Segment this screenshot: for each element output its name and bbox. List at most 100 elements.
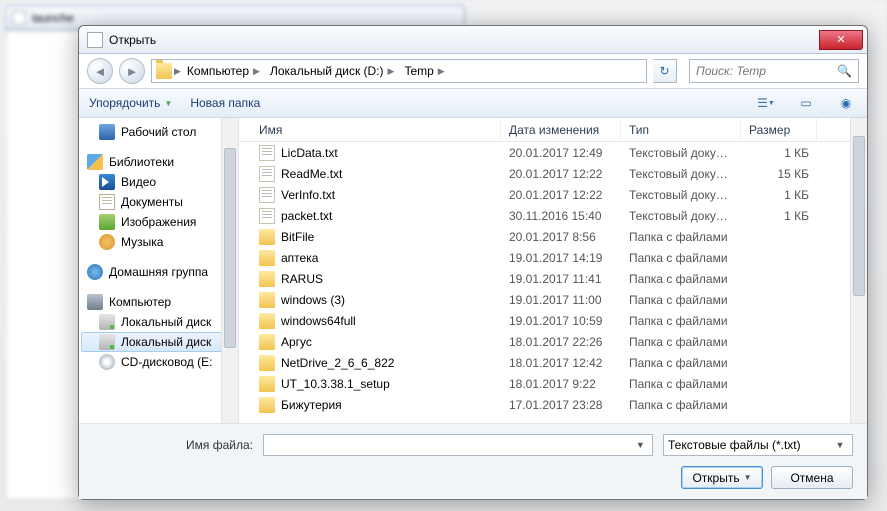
sidebar-item-label: Изображения xyxy=(121,215,196,229)
file-row[interactable]: VerInfo.txt20.01.2017 12:22Текстовый док… xyxy=(251,184,867,205)
search-input[interactable] xyxy=(696,64,831,78)
filename-combo[interactable]: ▼ xyxy=(263,434,653,456)
sidebar-item-label: Компьютер xyxy=(109,295,171,309)
file-type: Папка с файлами xyxy=(621,293,741,307)
folder-icon xyxy=(259,229,275,245)
sidebar-item-localdisk-c[interactable]: Локальный диск xyxy=(81,312,236,332)
file-type: Текстовый докум... xyxy=(621,146,741,160)
sidebar-item-label: Домашняя группа xyxy=(109,265,208,279)
new-folder-button[interactable]: Новая папка xyxy=(190,96,260,110)
help-button[interactable]: ◉ xyxy=(835,93,857,113)
column-date[interactable]: Дата изменения xyxy=(501,118,621,141)
file-size: 1 КБ xyxy=(741,146,817,160)
file-name: windows (3) xyxy=(281,293,345,307)
file-type: Текстовый докум... xyxy=(621,188,741,202)
search-box[interactable]: 🔍 xyxy=(689,59,859,83)
file-row[interactable]: Бижутерия17.01.2017 23:28Папка с файлами xyxy=(251,394,867,415)
column-headers: Имя Дата изменения Тип Размер xyxy=(239,118,867,142)
sidebar-item-documents[interactable]: Документы xyxy=(81,192,236,212)
file-type: Папка с файлами xyxy=(621,356,741,370)
sidebar-item-label: Документы xyxy=(121,195,183,209)
breadcrumb-drive[interactable]: Локальный диск (D:)▶ xyxy=(266,64,398,78)
document-icon xyxy=(99,194,115,210)
file-row[interactable]: windows (3)19.01.2017 11:00Папка с файла… xyxy=(251,289,867,310)
dialog-titlebar[interactable]: Открыть ✕ xyxy=(79,26,867,54)
file-date: 18.01.2017 9:22 xyxy=(501,377,621,391)
file-name: аптека xyxy=(281,251,318,265)
chevron-down-icon: ▼ xyxy=(164,99,172,108)
text-file-icon xyxy=(259,208,275,224)
file-name: ReadMe.txt xyxy=(281,167,342,181)
music-icon xyxy=(99,234,115,250)
sidebar-item-music[interactable]: Музыка xyxy=(81,232,236,252)
preview-pane-button[interactable]: ▭ xyxy=(795,93,817,113)
folder-icon xyxy=(259,376,275,392)
file-row[interactable]: UT_10.3.38.1_setup18.01.2017 9:22Папка с… xyxy=(251,373,867,394)
filename-label: Имя файла: xyxy=(93,438,253,452)
computer-icon xyxy=(87,294,103,310)
scrollbar-thumb[interactable] xyxy=(224,148,236,348)
sidebar-item-pictures[interactable]: Изображения xyxy=(81,212,236,232)
sidebar-item-label: Библиотеки xyxy=(109,155,174,169)
sidebar-item-homegroup[interactable]: Домашняя группа xyxy=(81,262,236,282)
file-list[interactable]: LicData.txt20.01.2017 12:49Текстовый док… xyxy=(239,142,867,423)
file-size: 1 КБ xyxy=(741,188,817,202)
file-row[interactable]: ReadMe.txt20.01.2017 12:22Текстовый доку… xyxy=(251,163,867,184)
nav-back-button[interactable]: ◄ xyxy=(87,58,113,84)
address-bar[interactable]: ▶ Компьютер▶ Локальный диск (D:)▶ Temp▶ xyxy=(151,59,647,83)
sidebar-item-cd[interactable]: CD-дисковод (E: xyxy=(81,352,236,372)
file-row[interactable]: аптека19.01.2017 14:19Папка с файлами xyxy=(251,247,867,268)
sidebar-item-videos[interactable]: Видео xyxy=(81,172,236,192)
file-name: packet.txt xyxy=(281,209,332,223)
open-button[interactable]: Открыть▼ xyxy=(681,466,763,489)
file-date: 20.01.2017 8:56 xyxy=(501,230,621,244)
app-icon xyxy=(12,11,26,25)
hdd-icon xyxy=(99,334,115,350)
column-size[interactable]: Размер xyxy=(741,118,817,141)
image-icon xyxy=(99,214,115,230)
folder-icon xyxy=(259,292,275,308)
file-size: 1 КБ xyxy=(741,209,817,223)
file-row[interactable]: Аргус18.01.2017 22:26Папка с файлами xyxy=(251,331,867,352)
arrow-left-icon: ◄ xyxy=(94,64,107,79)
column-type[interactable]: Тип xyxy=(621,118,741,141)
file-type: Текстовый докум... xyxy=(621,209,741,223)
file-row[interactable]: windows64full19.01.2017 10:59Папка с фай… xyxy=(251,310,867,331)
cancel-button[interactable]: Отмена xyxy=(771,466,853,489)
file-row[interactable]: RARUS19.01.2017 11:41Папка с файлами xyxy=(251,268,867,289)
breadcrumb-computer[interactable]: Компьютер▶ xyxy=(183,64,264,78)
breadcrumb-folder[interactable]: Temp▶ xyxy=(400,64,448,78)
file-name: windows64full xyxy=(281,314,356,328)
filename-input[interactable] xyxy=(268,438,633,452)
file-row[interactable]: packet.txt30.11.2016 15:40Текстовый доку… xyxy=(251,205,867,226)
sidebar-item-label: Музыка xyxy=(121,235,163,249)
sidebar-scrollbar[interactable] xyxy=(221,118,238,423)
column-name[interactable]: Имя xyxy=(251,118,501,141)
sidebar-item-libraries[interactable]: Библиотеки xyxy=(81,152,236,172)
filepane-scrollbar[interactable] xyxy=(850,118,867,423)
file-name: RARUS xyxy=(281,272,323,286)
file-type: Папка с файлами xyxy=(621,251,741,265)
sidebar-item-computer[interactable]: Компьютер xyxy=(81,292,236,312)
file-type: Папка с файлами xyxy=(621,398,741,412)
file-type: Папка с файлами xyxy=(621,230,741,244)
file-row[interactable]: LicData.txt20.01.2017 12:49Текстовый док… xyxy=(251,142,867,163)
refresh-button[interactable]: ↻ xyxy=(653,59,677,83)
file-row[interactable]: NetDrive_2_6_6_82218.01.2017 12:42Папка … xyxy=(251,352,867,373)
file-row[interactable]: BitFile20.01.2017 8:56Папка с файлами xyxy=(251,226,867,247)
filetype-combo[interactable]: Текстовые файлы (*.txt)▼ xyxy=(663,434,853,456)
sidebar-item-desktop[interactable]: Рабочий стол xyxy=(81,122,236,142)
toolbar: Упорядочить▼ Новая папка ☰▼ ▭ ◉ xyxy=(79,88,867,118)
sidebar-item-localdisk-d[interactable]: Локальный диск xyxy=(81,332,236,352)
view-options-button[interactable]: ☰▼ xyxy=(755,93,777,113)
sidebar-item-label: CD-дисковод (E: xyxy=(121,355,212,369)
video-icon xyxy=(99,174,115,190)
file-date: 17.01.2017 23:28 xyxy=(501,398,621,412)
folder-icon xyxy=(259,397,275,413)
file-type: Папка с файлами xyxy=(621,335,741,349)
file-date: 19.01.2017 11:41 xyxy=(501,272,621,286)
nav-forward-button[interactable]: ► xyxy=(119,58,145,84)
organize-button[interactable]: Упорядочить▼ xyxy=(89,96,172,110)
scrollbar-thumb[interactable] xyxy=(853,136,865,296)
close-button[interactable]: ✕ xyxy=(819,30,863,50)
